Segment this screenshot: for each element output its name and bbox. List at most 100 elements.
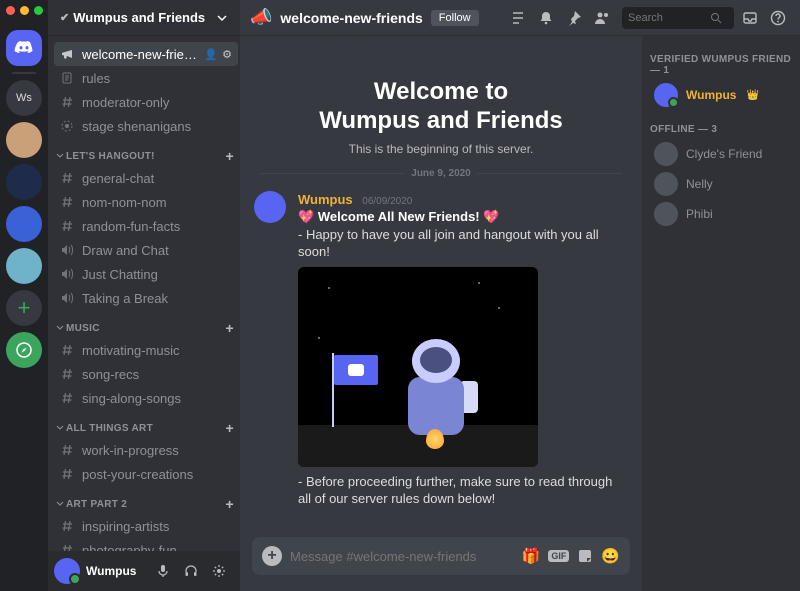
channel-settings-icon[interactable]: ⚙ bbox=[222, 48, 232, 61]
megaphone-icon: 📣 bbox=[250, 7, 272, 28]
hash-icon bbox=[60, 391, 76, 405]
member-name: Phibi bbox=[686, 207, 713, 221]
channel-item[interactable]: work-in-progress bbox=[54, 438, 238, 462]
message-author[interactable]: Wumpus bbox=[298, 192, 353, 207]
channel-label: Just Chatting bbox=[82, 267, 158, 282]
channel-item[interactable]: Taking a Break bbox=[54, 286, 238, 310]
user-settings-button[interactable] bbox=[212, 564, 234, 578]
verified-icon: ✔ bbox=[60, 11, 69, 24]
channel-stage[interactable]: stage shenanigans bbox=[54, 114, 238, 138]
hash-icon bbox=[60, 367, 76, 381]
category-header[interactable]: ALL THINGS ART+ bbox=[54, 410, 238, 438]
channel-item[interactable]: inspiring-artists bbox=[54, 514, 238, 538]
message-scroll[interactable]: Welcome toWumpus and Friends This is the… bbox=[240, 36, 642, 537]
inbox-icon[interactable] bbox=[742, 10, 762, 26]
channel-label: sing-along-songs bbox=[82, 391, 181, 406]
composer-input[interactable] bbox=[290, 549, 514, 564]
close-window-button[interactable] bbox=[6, 6, 15, 15]
server-name: Wumpus and Friends bbox=[73, 10, 205, 25]
deafen-button[interactable] bbox=[184, 564, 206, 578]
channel-list[interactable]: welcome-new-frie…👤⚙rulesmoderator-onlyst… bbox=[48, 36, 240, 551]
hash-icon bbox=[60, 219, 76, 233]
gift-icon[interactable]: 🎁 bbox=[522, 547, 541, 565]
channel-welcome[interactable]: welcome-new-frie…👤⚙ bbox=[54, 42, 238, 66]
channel-item[interactable]: motivating-music bbox=[54, 338, 238, 362]
help-icon[interactable] bbox=[770, 10, 790, 26]
sticker-icon[interactable] bbox=[577, 548, 593, 564]
add-channel-button[interactable]: + bbox=[226, 496, 234, 512]
guild-item[interactable] bbox=[6, 248, 42, 284]
channel-item[interactable]: general-chat bbox=[54, 166, 238, 190]
member-item[interactable]: Wumpus👑 bbox=[650, 80, 792, 110]
member-list[interactable]: VERIFIED WUMPUS FRIEND — 1 Wumpus👑 OFFLI… bbox=[642, 36, 800, 591]
message: Wumpus 06/09/2020 💖 Welcome All New Frie… bbox=[254, 191, 628, 508]
chevron-down-icon bbox=[56, 424, 64, 432]
member-group-label: OFFLINE — 3 bbox=[650, 124, 792, 135]
channel-item[interactable]: Just Chatting bbox=[54, 262, 238, 286]
voice-icon bbox=[60, 291, 76, 305]
self-avatar[interactable] bbox=[54, 558, 80, 584]
category-header[interactable]: MUSIC + bbox=[54, 310, 238, 338]
explore-servers-button[interactable] bbox=[6, 332, 42, 368]
channel-item[interactable]: nom-nom-nom bbox=[54, 190, 238, 214]
maximize-window-button[interactable] bbox=[34, 6, 43, 15]
message-attachment[interactable] bbox=[298, 267, 538, 467]
member-item[interactable]: Phibi bbox=[650, 199, 792, 229]
member-item[interactable]: Clyde's Friend bbox=[650, 139, 792, 169]
channel-item[interactable]: random-fun-facts bbox=[54, 214, 238, 238]
invite-icon[interactable]: 👤 bbox=[204, 48, 218, 61]
welcome-line2: Wumpus and Friends bbox=[319, 107, 563, 134]
channel-item[interactable]: Draw and Chat bbox=[54, 238, 238, 262]
category-label: MUSIC bbox=[66, 323, 100, 334]
member-item[interactable]: Nelly bbox=[650, 169, 792, 199]
channel-item[interactable]: post-your-creations bbox=[54, 462, 238, 486]
category-header[interactable]: ART PART 2+ bbox=[54, 486, 238, 514]
add-channel-button[interactable]: + bbox=[226, 420, 234, 436]
guild-item[interactable] bbox=[6, 164, 42, 200]
mute-mic-button[interactable] bbox=[156, 564, 178, 578]
server-header[interactable]: ✔ Wumpus and Friends bbox=[48, 0, 240, 36]
threads-icon[interactable] bbox=[510, 10, 530, 26]
message-composer[interactable]: + 🎁 GIF 😀 bbox=[252, 537, 630, 575]
add-channel-button[interactable]: + bbox=[226, 320, 234, 336]
gif-button[interactable]: GIF bbox=[548, 550, 569, 562]
channel-item[interactable]: song-recs bbox=[54, 362, 238, 386]
follow-button[interactable]: Follow bbox=[431, 10, 479, 26]
category-header[interactable]: LET'S HANGOUT!+ bbox=[54, 138, 238, 166]
channel-title: welcome-new-friends bbox=[280, 10, 422, 26]
search-input[interactable] bbox=[628, 12, 710, 24]
guild-ws[interactable]: Ws bbox=[6, 80, 42, 116]
channel-rules[interactable]: rules bbox=[54, 66, 238, 90]
pinned-icon[interactable] bbox=[566, 10, 586, 26]
hash-icon bbox=[60, 95, 76, 109]
search-icon bbox=[710, 12, 722, 24]
channel-moderator[interactable]: moderator-only bbox=[54, 90, 238, 114]
welcome-block: Welcome toWumpus and Friends This is the… bbox=[254, 78, 628, 156]
member-avatar bbox=[654, 172, 678, 196]
voice-icon bbox=[60, 243, 76, 257]
guild-item[interactable] bbox=[6, 206, 42, 242]
minimize-window-button[interactable] bbox=[20, 6, 29, 15]
welcome-line1: Welcome to bbox=[374, 78, 508, 105]
channel-item[interactable]: sing-along-songs bbox=[54, 386, 238, 410]
sparkle-heart-icon: 💖 bbox=[483, 209, 499, 224]
guild-item[interactable] bbox=[6, 122, 42, 158]
member-list-toggle[interactable] bbox=[594, 10, 614, 26]
notifications-icon[interactable] bbox=[538, 10, 558, 26]
emoji-icon[interactable]: 😀 bbox=[601, 547, 620, 565]
channel-item[interactable]: photography-fun bbox=[54, 538, 238, 551]
welcome-sub: This is the beginning of this server. bbox=[254, 142, 628, 156]
channel-label: post-your-creations bbox=[82, 467, 193, 482]
add-server-button[interactable]: + bbox=[6, 290, 42, 326]
message-avatar[interactable] bbox=[254, 191, 286, 223]
megaphone-icon bbox=[60, 47, 76, 61]
add-channel-button[interactable]: + bbox=[226, 148, 234, 164]
channel-sidebar: ✔ Wumpus and Friends welcome-new-frie…👤⚙… bbox=[48, 0, 240, 591]
channel-label: inspiring-artists bbox=[82, 519, 169, 534]
attach-button[interactable]: + bbox=[262, 546, 282, 566]
member-avatar bbox=[654, 202, 678, 226]
search-box[interactable] bbox=[622, 7, 734, 29]
guild-home[interactable] bbox=[6, 30, 42, 66]
self-username: Wumpus bbox=[86, 564, 136, 578]
channel-label: random-fun-facts bbox=[82, 219, 180, 234]
